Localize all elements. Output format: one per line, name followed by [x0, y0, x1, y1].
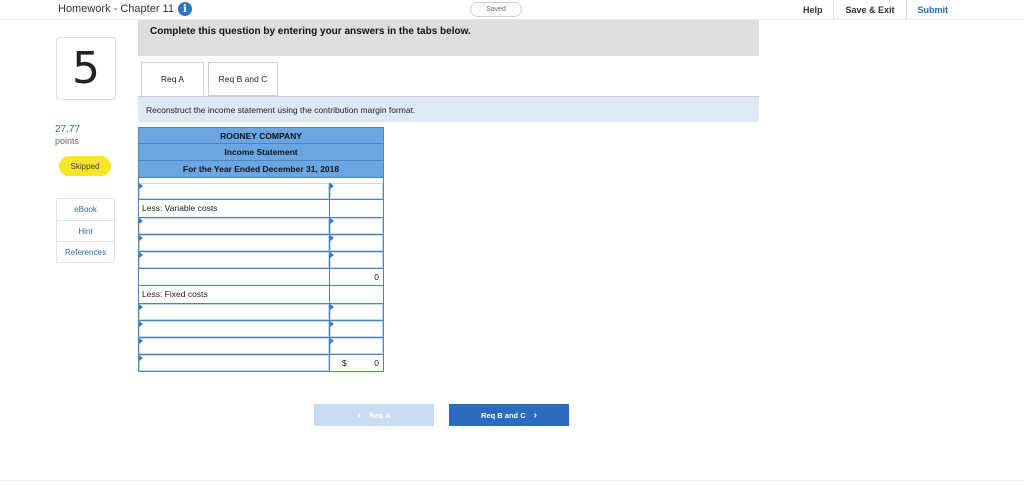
statement-row: 0	[138, 269, 384, 286]
statement-row	[138, 338, 384, 355]
amount-input[interactable]	[330, 338, 383, 354]
amount-input[interactable]	[330, 252, 383, 268]
empty-cell	[330, 200, 383, 217]
statement-period: For the Year Ended December 31, 2018	[138, 161, 384, 178]
points-value: 27.77	[55, 124, 81, 135]
prompt-bar: Reconstruct the income statement using t…	[138, 96, 759, 122]
line-label-input[interactable]	[139, 304, 330, 320]
submit-button[interactable]: Submit	[905, 0, 1024, 20]
total-value: 0	[374, 358, 379, 368]
info-icon[interactable]: i	[177, 2, 192, 16]
statement-row: Less: Variable costs	[138, 200, 384, 218]
top-bar: Homework - Chapter 11 i Saved Help Save …	[0, 0, 1024, 20]
help-button[interactable]: Help	[792, 0, 834, 20]
statement-row	[138, 321, 384, 338]
line-label-input[interactable]	[139, 355, 330, 371]
instruction-text: Complete this question by entering your …	[150, 26, 471, 37]
prompt-text: Reconstruct the income statement using t…	[146, 105, 416, 115]
line-label-input[interactable]	[139, 252, 330, 268]
tab-req-b-and-c[interactable]: Req B and C	[208, 62, 278, 96]
empty-cell	[139, 269, 330, 285]
prev-req-label: Req A	[368, 410, 391, 420]
amount-input[interactable]	[330, 235, 383, 251]
statement-row: Less: Fixed costs	[138, 286, 384, 304]
hint-link[interactable]: Hint	[57, 220, 114, 241]
statement-row: $ 0	[138, 355, 384, 372]
top-links: Help Save & Exit Submit	[792, 0, 1024, 20]
divider	[0, 480, 1024, 481]
line-label-input[interactable]	[139, 183, 330, 199]
next-req-label: Req B and C	[481, 410, 526, 420]
statement-row	[138, 218, 384, 235]
assignment-title-text: Homework - Chapter 11	[58, 3, 174, 15]
income-statement: ROONEY COMPANY Income Statement For the …	[138, 127, 384, 372]
amount-input[interactable]	[330, 304, 383, 320]
chevron-left-icon: ‹	[357, 409, 361, 421]
empty-cell	[330, 286, 383, 303]
amount-input[interactable]	[330, 218, 383, 234]
statement-row	[138, 304, 384, 321]
amount-input[interactable]	[330, 183, 383, 199]
company-name: ROONEY COMPANY	[138, 127, 384, 144]
prev-req-button[interactable]: ‹ Req A	[314, 404, 434, 426]
save-exit-button[interactable]: Save & Exit	[833, 0, 905, 20]
statement-row	[138, 235, 384, 252]
line-label-input[interactable]	[139, 235, 330, 251]
statement-row	[138, 183, 384, 200]
less-fixed-label: Less: Fixed costs	[139, 286, 330, 303]
saved-status: Saved	[470, 2, 522, 17]
chevron-right-icon: ›	[533, 409, 537, 421]
subtotal-value: 0	[374, 272, 379, 282]
statement-title: Income Statement	[138, 144, 384, 161]
ebook-link[interactable]: eBook	[57, 199, 114, 220]
line-label-input[interactable]	[139, 218, 330, 234]
references-link[interactable]: References	[57, 241, 114, 262]
dollar-sign: $	[342, 358, 347, 368]
resource-links: eBook Hint References	[56, 198, 115, 263]
less-variable-label: Less: Variable costs	[139, 200, 330, 217]
next-req-button[interactable]: Req B and C ›	[449, 404, 569, 426]
instruction-bar: Complete this question by entering your …	[138, 20, 759, 56]
points-label: points	[55, 136, 80, 146]
skipped-badge: Skipped	[59, 156, 111, 176]
amount-input[interactable]	[330, 321, 383, 337]
line-label-input[interactable]	[139, 321, 330, 337]
tab-req-a[interactable]: Req A	[141, 62, 204, 96]
question-number: 5	[56, 37, 116, 100]
assignment-title: Homework - Chapter 11 i	[58, 2, 192, 16]
total-cell: $ 0	[330, 355, 383, 371]
statement-row	[138, 252, 384, 269]
line-label-input[interactable]	[139, 338, 330, 354]
